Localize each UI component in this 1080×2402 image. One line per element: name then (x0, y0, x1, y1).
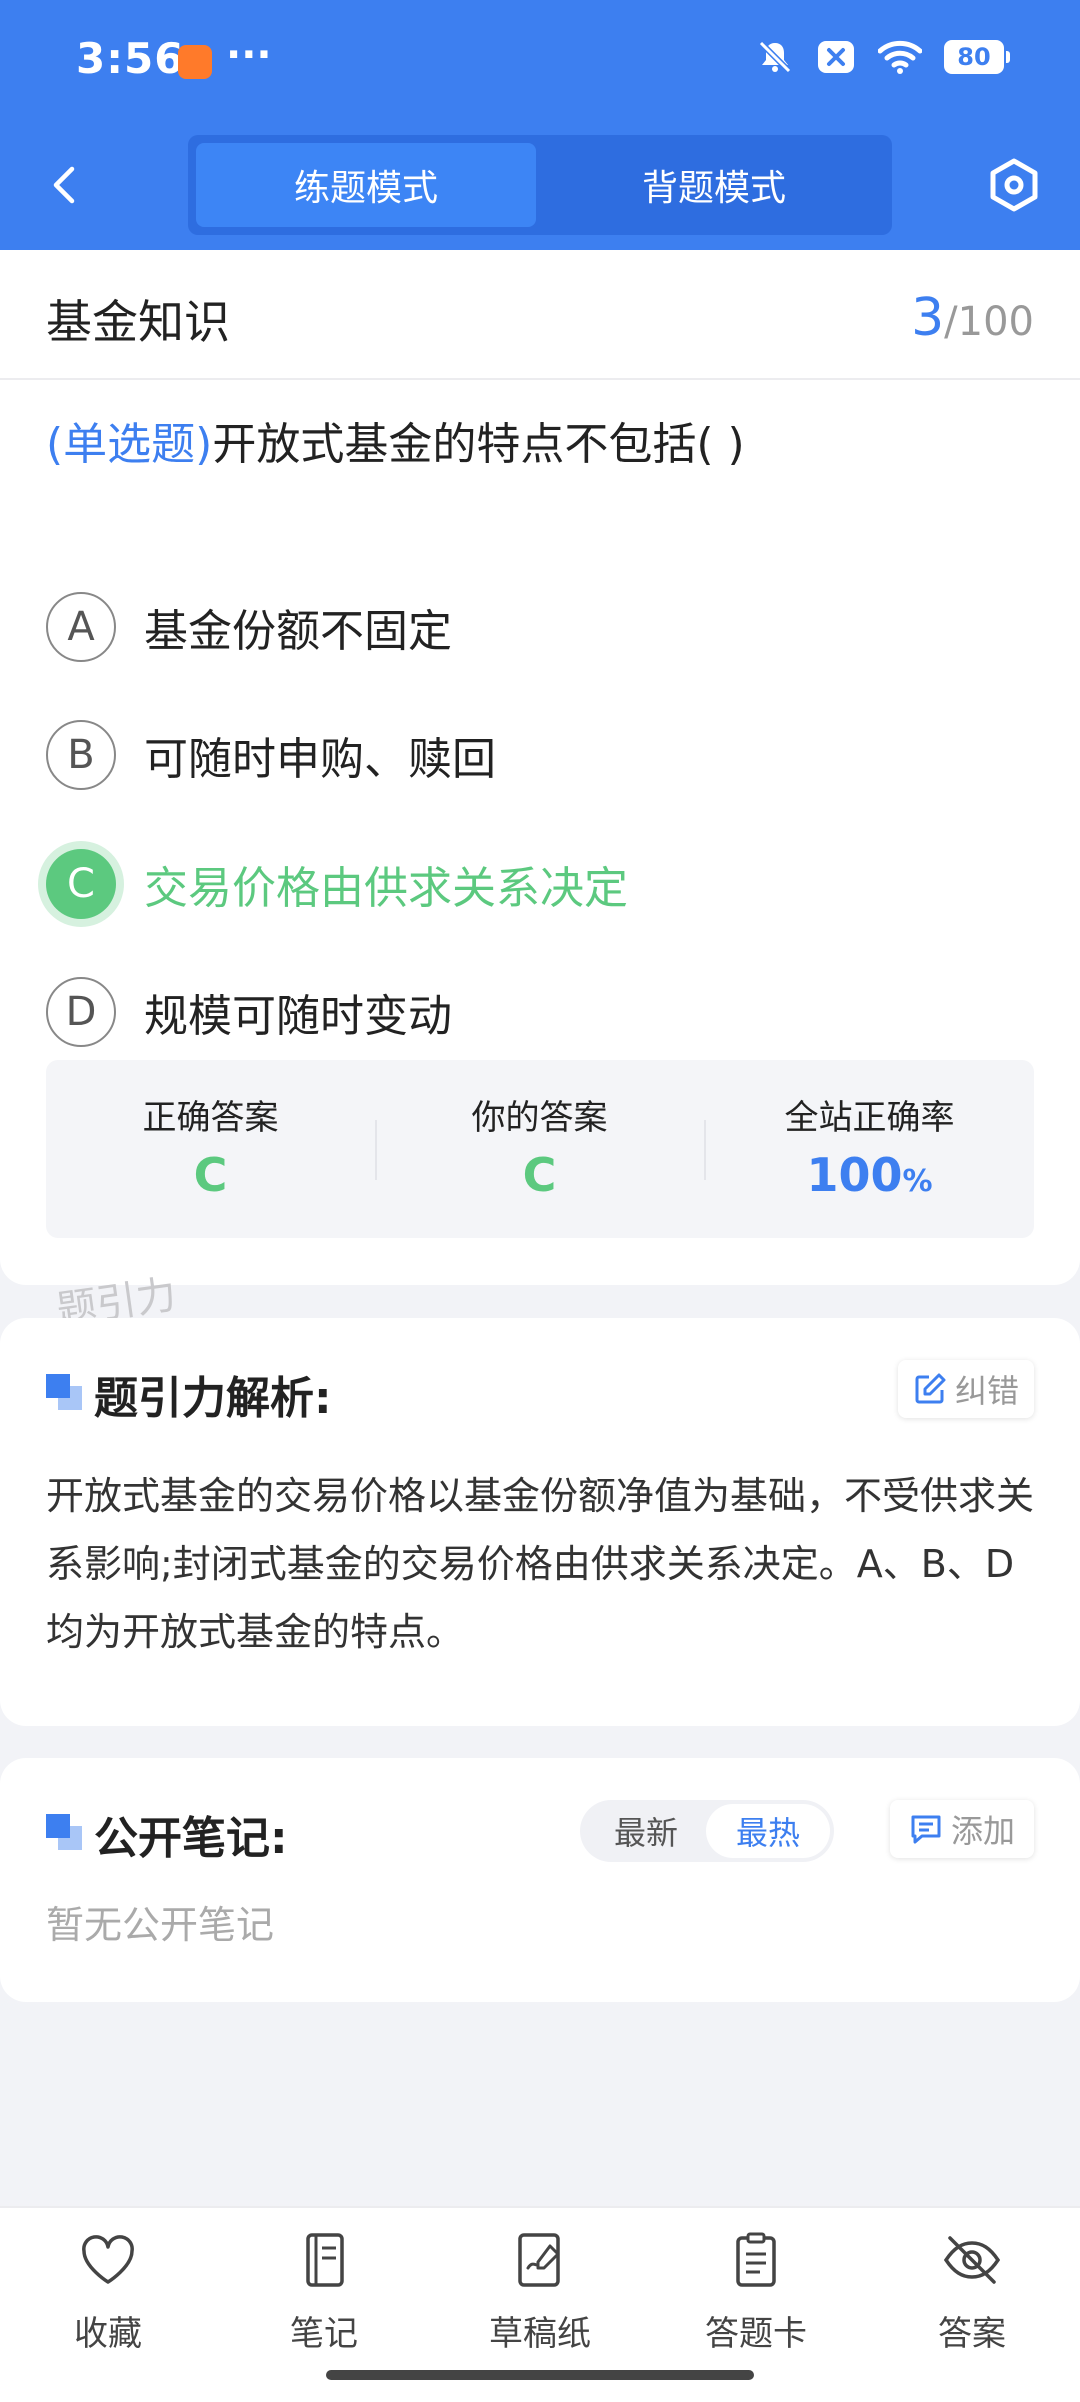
current-question-number: 3 (911, 288, 945, 348)
answer-card-icon (736, 2232, 776, 2287)
notes-button[interactable]: 笔记 (234, 2232, 414, 2355)
sort-latest-button[interactable]: 最新 (584, 1804, 708, 1858)
option-text: 可随时申购、赎回 (144, 734, 496, 785)
option-letter: D (46, 977, 116, 1047)
home-indicator[interactable] (326, 2370, 754, 2380)
eye-off-icon (943, 2236, 1001, 2284)
status-bar: 3:56 ··· 80 (0, 0, 1080, 125)
correct-answer-label: 正确答案 (142, 1098, 279, 1138)
settings-icon[interactable] (984, 155, 1044, 215)
status-time: 3:56 (76, 34, 185, 83)
draft-paper-icon (518, 2233, 560, 2287)
empty-notes-text: 暂无公开笔记 (46, 1903, 275, 1947)
your-answer-label: 你的答案 (471, 1098, 608, 1138)
hide-answer-button[interactable]: 答案 (882, 2232, 1062, 2355)
accuracy-rate-number: 100 (806, 1148, 903, 1202)
question-card: 基金知识 3/100 (单选题)开放式基金的特点不包括( ) A 基金份额不固定… (0, 250, 1080, 1285)
battery-icon: 80 (944, 40, 1010, 74)
option-letter: A (46, 592, 116, 662)
close-badge-icon (818, 41, 854, 73)
tab-practice-mode[interactable]: 练题模式 (196, 143, 536, 227)
question-header: 基金知识 3/100 (0, 250, 1080, 380)
wifi-icon (878, 40, 922, 74)
accuracy-rate-unit: % (902, 1164, 933, 1199)
public-notes-card: 公开笔记: 最新 最热 添加 暂无公开笔记 (0, 1758, 1080, 2002)
edit-icon (915, 1373, 946, 1404)
favorite-label: 收藏 (74, 2314, 142, 2354)
subject-title: 基金知识 (46, 295, 230, 349)
report-error-label: 纠错 (954, 1372, 1019, 1410)
option-text: 规模可随时变动 (144, 991, 452, 1042)
more-notifications-indicator: ··· (226, 32, 272, 78)
mode-switcher: 练题模式 背题模式 (188, 135, 892, 235)
tab-memorize-mode[interactable]: 背题模式 (544, 143, 884, 227)
your-answer-value: C (522, 1148, 557, 1202)
progress-separator: / (944, 299, 958, 345)
top-nav: 练题模式 背题模式 (0, 125, 1080, 250)
public-notes-title: 公开笔记: (94, 1813, 288, 1864)
report-error-button[interactable]: 纠错 (898, 1360, 1034, 1418)
comment-icon (911, 1815, 941, 1844)
correct-answer-value: C (193, 1148, 228, 1202)
app-notification-icon (178, 45, 212, 79)
answer-stats-panel: 正确答案 C 你的答案 C 全站正确率 100% (46, 1060, 1034, 1238)
option-text: 基金份额不固定 (144, 606, 452, 657)
header: 3:56 ··· 80 练题模式 背题模式 (0, 0, 1080, 250)
add-note-label: 添加 (950, 1812, 1015, 1850)
total-question-count: 100 (957, 299, 1034, 345)
option-letter: B (46, 720, 116, 790)
option-d[interactable]: D 规模可随时变动 (46, 975, 1026, 1049)
section-square-icon (46, 1374, 82, 1410)
status-icons: 80 (756, 38, 1010, 76)
option-c[interactable]: C 交易价格由供求关系决定 (46, 847, 1026, 921)
draft-paper-button[interactable]: 草稿纸 (450, 2232, 630, 2355)
answer-card-button[interactable]: 答题卡 (666, 2232, 846, 2355)
favorite-button[interactable]: 收藏 (18, 2232, 198, 2355)
add-note-button[interactable]: 添加 (890, 1800, 1034, 1858)
section-square-icon (46, 1814, 82, 1850)
option-b[interactable]: B 可随时申购、赎回 (46, 718, 1026, 792)
question-stem: 开放式基金的特点不包括( ) (212, 419, 745, 470)
your-answer-stat: 你的答案 C (375, 1060, 704, 1238)
notes-sort-toggle: 最新 最热 (580, 1800, 834, 1862)
analysis-title: 题引力解析: (94, 1373, 332, 1424)
correct-answer-stat: 正确答案 C (46, 1060, 375, 1238)
accuracy-rate-stat: 全站正确率 100% (705, 1060, 1034, 1238)
accuracy-rate-value: 100% (705, 1148, 1034, 1202)
option-text: 交易价格由供求关系决定 (144, 863, 628, 914)
question-progress: 3/100 (911, 288, 1034, 348)
notebook-icon (306, 2233, 344, 2287)
notes-label: 笔记 (290, 2314, 358, 2354)
sort-hot-button[interactable]: 最热 (706, 1804, 830, 1858)
question-text: (单选题)开放式基金的特点不包括( ) (46, 408, 745, 472)
heart-icon (82, 2235, 134, 2284)
answer-card-label: 答题卡 (705, 2314, 807, 2354)
battery-level: 80 (957, 43, 991, 71)
mute-bell-icon (758, 40, 792, 74)
draft-paper-label: 草稿纸 (489, 2314, 591, 2354)
hide-answer-label: 答案 (938, 2314, 1006, 2354)
back-arrow-icon[interactable] (44, 155, 84, 215)
analysis-text: 开放式基金的交易价格以基金份额净值为基础，不受供求关系影响;封闭式基金的交易价格… (46, 1474, 1035, 1654)
analysis-card: 题引力解析: 纠错 开放式基金的交易价格以基金份额净值为基础，不受供求关系影响;… (0, 1318, 1080, 1726)
question-type-label: (单选题) (46, 419, 213, 470)
option-a[interactable]: A 基金份额不固定 (46, 590, 1026, 664)
option-letter: C (46, 849, 116, 919)
accuracy-rate-label: 全站正确率 (784, 1098, 955, 1138)
